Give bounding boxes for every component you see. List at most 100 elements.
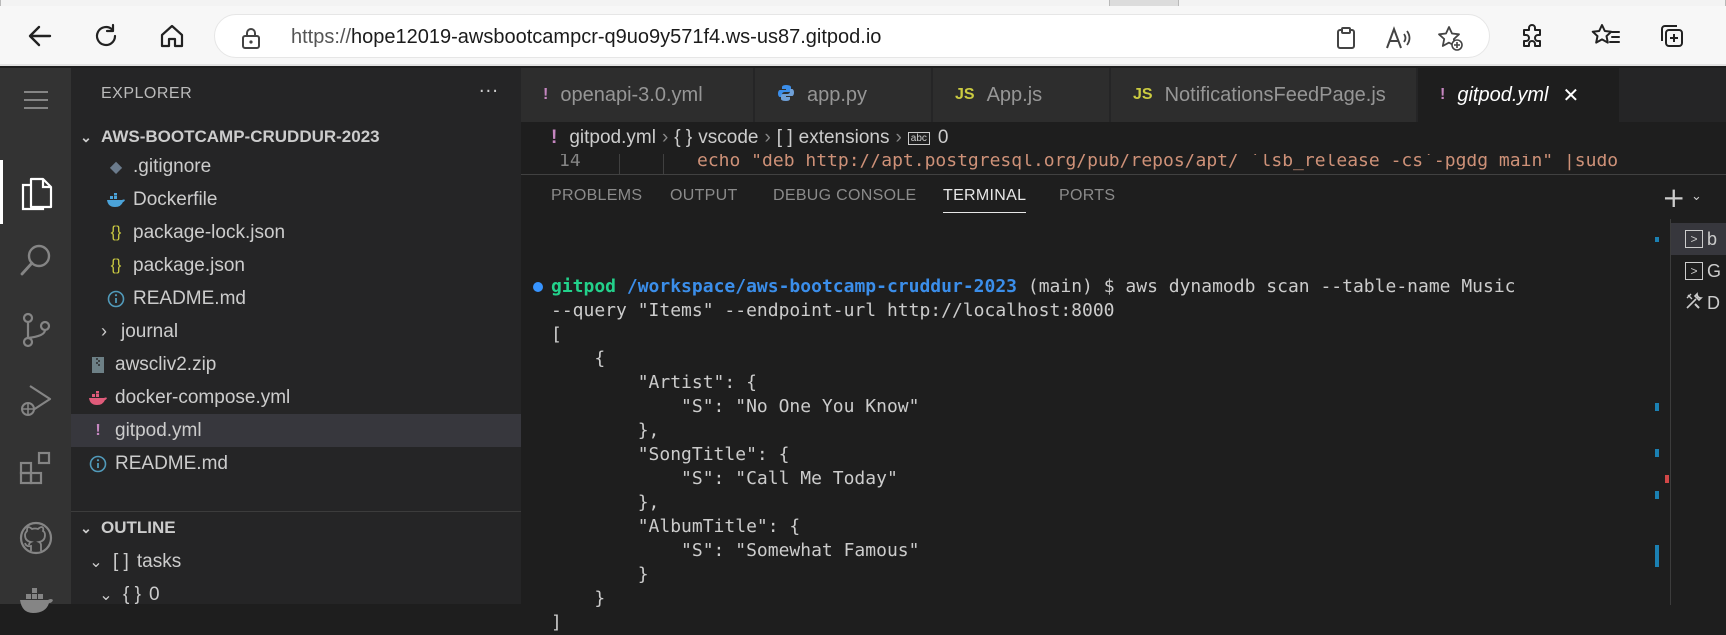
bottom-panel: PROBLEMS OUTPUT DEBUG CONSOLE TERMINAL P… [521, 174, 1726, 633]
breadcrumb-extensions[interactable]: extensions [799, 127, 890, 149]
url-text[interactable]: https://hope12019-awsbootcampcr-q9uo9y57… [291, 26, 881, 49]
files-icon [21, 177, 53, 211]
panel-tabs: PROBLEMS OUTPUT DEBUG CONSOLE TERMINAL P… [521, 175, 1726, 219]
array-symbol-icon: [ ] [113, 550, 129, 572]
code-line[interactable]: 14 echo "deb http://apt.postgresql.org/p… [521, 154, 1726, 174]
lock-icon[interactable] [241, 27, 261, 53]
command-decoration-icon[interactable] [533, 282, 543, 292]
hamburger-icon [23, 91, 48, 109]
tab-gitpod-yml[interactable]: ! gitpod.yml ✕ [1418, 68, 1620, 122]
breadcrumb-item[interactable]: 0 [938, 127, 949, 149]
tab-terminal[interactable]: TERMINAL [943, 187, 1027, 213]
terminal-line: } [551, 588, 606, 609]
terminal-list-item[interactable]: > G [1671, 255, 1726, 287]
tab-label: NotificationsFeedPage.js [1164, 83, 1386, 106]
extensions-view-button[interactable] [0, 436, 71, 500]
docker-icon [19, 588, 53, 613]
breadcrumb: ! gitpod.yml › { } vscode › [ ] extensio… [521, 122, 1726, 154]
code-text: echo "deb http://apt.postgresql.org/pub/… [697, 154, 1619, 171]
new-terminal-plus-icon[interactable]: + [1662, 181, 1685, 214]
more-actions-button[interactable]: ··· [479, 81, 499, 102]
explorer-sidebar: EXPLORER ··· ⌄ AWS-BOOTCAMP-CRUDDUR-2023… [71, 68, 521, 604]
terminal-output[interactable]: gitpod /workspace/aws-bootcamp-cruddur-2… [521, 225, 1656, 633]
favorites-button[interactable] [1588, 18, 1624, 54]
github-view-button[interactable] [0, 506, 71, 570]
menu-button[interactable] [0, 68, 71, 132]
object-symbol-icon: { } [123, 583, 141, 605]
extensions-button[interactable] [1514, 18, 1550, 54]
yaml-icon: ! [551, 127, 558, 148]
tab-app-js[interactable]: JS App.js [933, 68, 1110, 122]
source-control-view-button[interactable] [0, 298, 71, 362]
chevron-down-icon: ⌄ [80, 128, 92, 145]
read-aloud-icon[interactable] [1385, 25, 1411, 51]
tab-notifications-feed-page-js[interactable]: JS NotificationsFeedPage.js [1111, 68, 1417, 122]
explorer-header: EXPLORER ··· [71, 68, 521, 118]
json-icon: {} [110, 223, 122, 241]
close-icon[interactable]: ✕ [1562, 83, 1579, 108]
scroll-marker [1655, 545, 1659, 567]
run-debug-view-button[interactable] [0, 368, 71, 432]
breadcrumb-vscode[interactable]: vscode [698, 127, 758, 149]
url-protocol: https:// [291, 26, 352, 48]
search-view-button[interactable] [0, 228, 71, 292]
breadcrumb-file[interactable]: gitpod.yml [569, 127, 656, 149]
workspace-root-folder[interactable]: ⌄ AWS-BOOTCAMP-CRUDDUR-2023 [71, 121, 521, 153]
file-item-awscliv2-zip[interactable]: awscliv2.zip [71, 348, 521, 381]
terminal-line: "S": "No One You Know" [551, 396, 920, 417]
extensions-icon [19, 451, 50, 485]
terminal-line: "S": "Call Me Today" [551, 468, 898, 489]
tab-app-py[interactable]: app.py [755, 68, 932, 122]
terminal-prompt-line: gitpod /workspace/aws-bootcamp-cruddur-2… [551, 275, 1516, 299]
outline-section-header[interactable]: ⌄ OUTLINE [71, 512, 521, 544]
puzzle-icon [1523, 24, 1541, 47]
file-item-gitpod-yml[interactable]: ! gitpod.yml [71, 414, 521, 447]
address-bar[interactable]: https://hope12019-awsbootcampcr-q9uo9y57… [214, 14, 1490, 58]
docker-view-button[interactable] [0, 568, 71, 632]
terminal-list-item[interactable]: > b [1671, 223, 1726, 255]
scroll-marker [1655, 449, 1659, 457]
favorite-add-icon[interactable] [1437, 25, 1463, 51]
array-symbol-icon: [ ] [776, 127, 793, 148]
run-debug-icon [20, 385, 51, 416]
terminal-line: [ [551, 324, 562, 345]
file-item-docker-compose-yml[interactable]: docker-compose.yml [71, 381, 521, 414]
terminal-list-item[interactable]: D [1671, 287, 1726, 319]
file-item-package-json[interactable]: {} package.json [71, 249, 521, 282]
terminal-line: }, [551, 492, 660, 513]
collections-button[interactable] [1654, 18, 1690, 54]
editor-tabs: ! openapi-3.0.yml app.py JS App.js JS No… [521, 68, 1726, 122]
scroll-marker [1665, 475, 1669, 483]
python-icon [777, 84, 795, 107]
outline-item-tasks[interactable]: ⌄ [ ] tasks [71, 545, 521, 578]
tab-problems[interactable]: PROBLEMS [551, 187, 642, 205]
folder-item-journal[interactable]: › journal [71, 315, 521, 348]
file-item-package-lock-json[interactable]: {} package-lock.json [71, 216, 521, 249]
tab-output[interactable]: OUTPUT [670, 187, 738, 205]
back-button[interactable] [22, 18, 58, 54]
file-item-dockerfile[interactable]: Dockerfile [71, 183, 521, 216]
tab-ports[interactable]: PORTS [1059, 187, 1115, 205]
file-item-readme[interactable]: README.md [71, 282, 521, 315]
outline-item-0[interactable]: ⌄ { } 0 [71, 578, 521, 605]
refresh-button[interactable] [88, 18, 124, 54]
favorites-star-icon [1591, 24, 1620, 44]
collections-icon [1661, 25, 1683, 47]
javascript-icon: JS [955, 86, 975, 103]
file-item-readme-root[interactable]: README.md [71, 447, 521, 480]
terminal-icon: > [1685, 230, 1703, 248]
chevron-down-icon[interactable]: ⌄ [1691, 189, 1702, 204]
home-button[interactable] [154, 18, 190, 54]
search-icon [20, 244, 50, 276]
scroll-marker [1655, 237, 1659, 242]
tab-debug-console[interactable]: DEBUG CONSOLE [773, 187, 917, 205]
file-label: docker-compose.yml [115, 386, 291, 408]
terminal-icon: > [1685, 262, 1703, 280]
file-label: package-lock.json [133, 221, 286, 243]
clipboard-icon[interactable] [1333, 25, 1359, 51]
tab-label: App.js [986, 83, 1043, 106]
file-item-gitignore[interactable]: ◆ .gitignore [71, 150, 521, 183]
explorer-view-button[interactable] [0, 160, 71, 224]
activity-bar [0, 68, 71, 613]
tab-openapi-yml[interactable]: ! openapi-3.0.yml [521, 68, 754, 122]
